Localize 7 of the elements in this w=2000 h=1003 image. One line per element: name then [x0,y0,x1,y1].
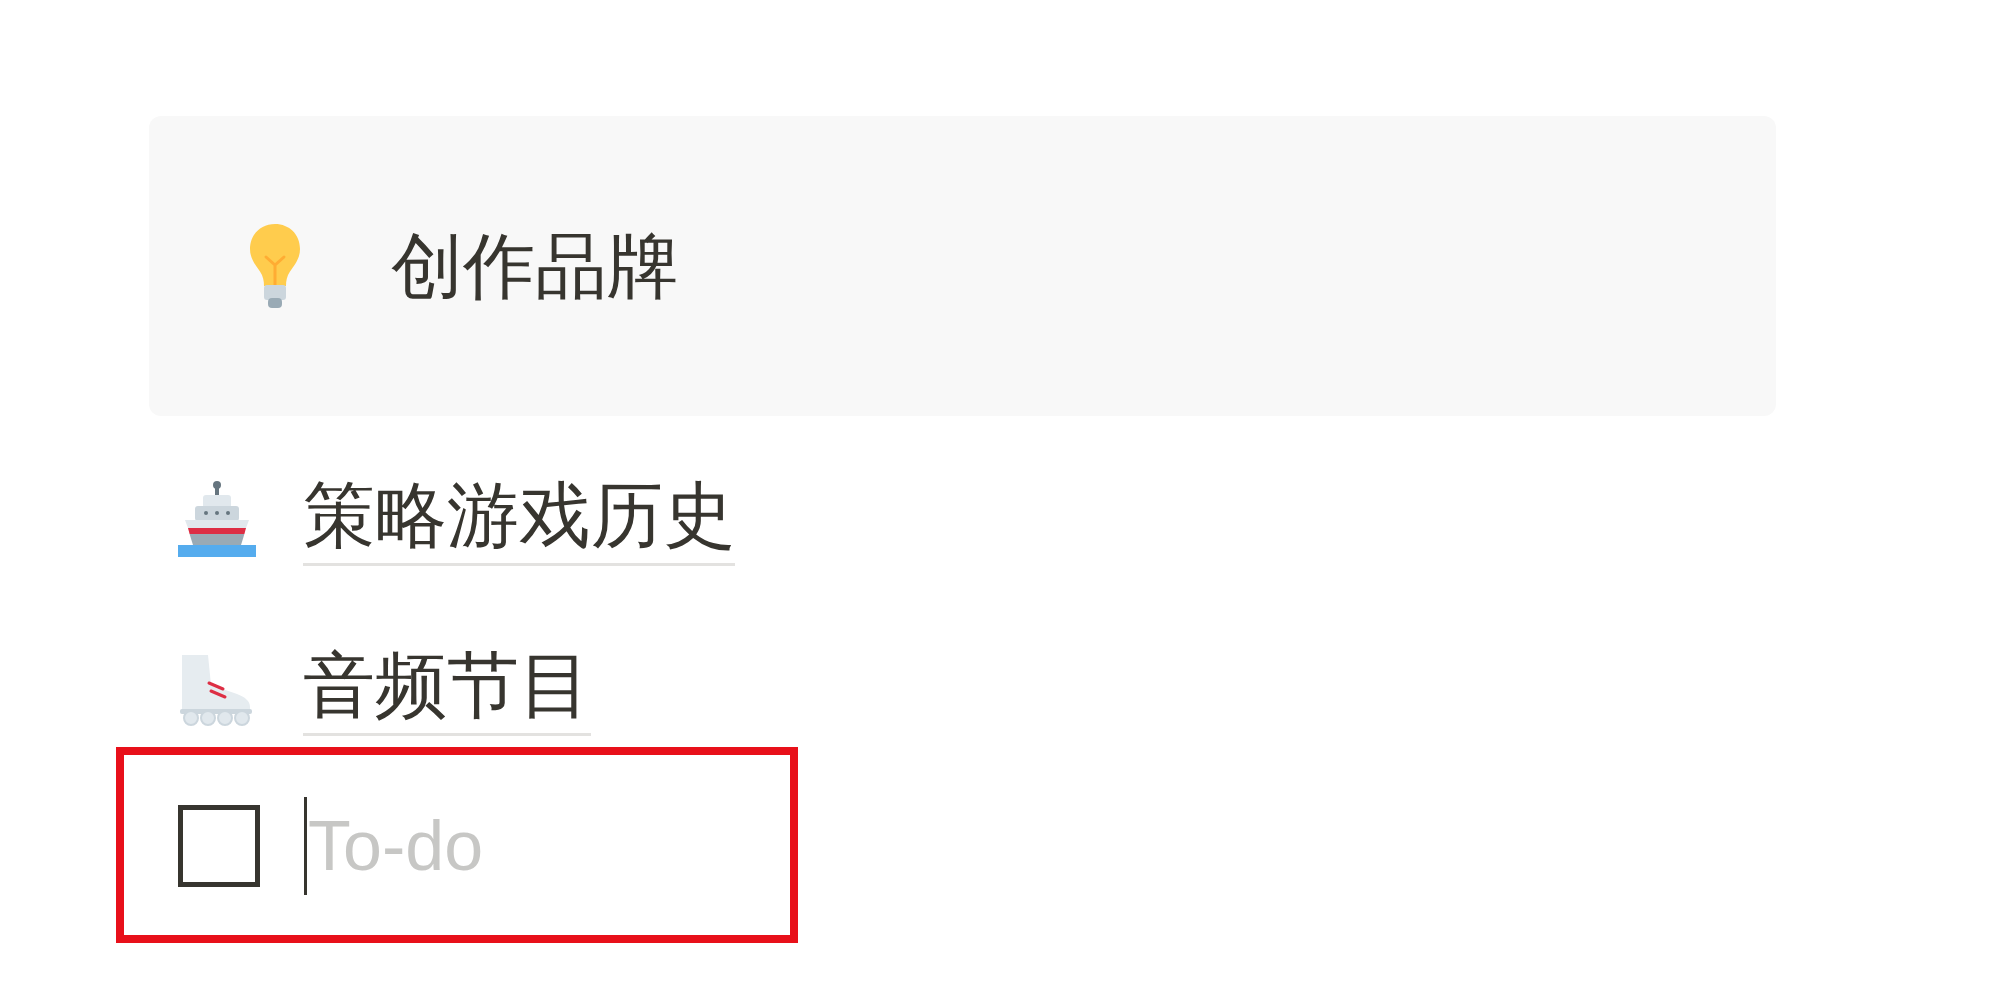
ship-icon [178,481,256,557]
page-link[interactable]: 音频节目 [303,641,591,737]
page-link[interactable]: 策略游戏历史 [303,471,735,567]
todo-input-field[interactable]: To-do [308,803,508,889]
checkbox[interactable] [178,805,260,887]
callout-text: 创作品牌 [391,224,679,308]
lightbulb-icon [249,224,301,308]
